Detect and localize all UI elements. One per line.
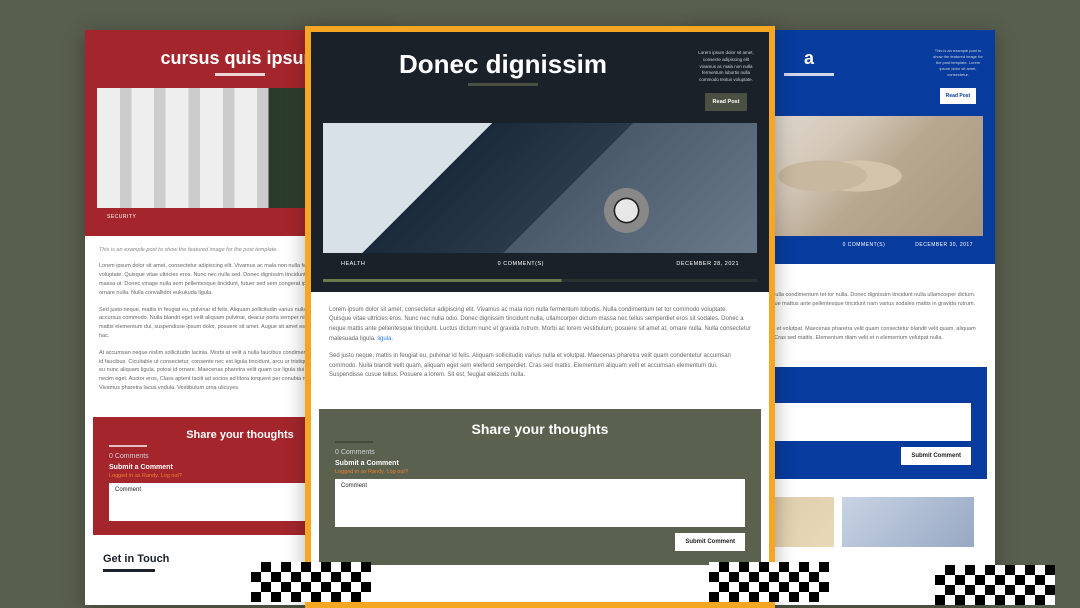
submit-comment-button[interactable]: Submit Comment: [675, 533, 745, 551]
hero-blurb: This is an example post to show the feat…: [933, 48, 983, 78]
post-para: Sed justo neque, mattis in feugiat eu, p…: [329, 352, 751, 381]
inline-link[interactable]: ligula: [377, 336, 391, 342]
hero-side-center: Lorem ipsum dolor sit amet, consecte adi…: [695, 50, 757, 111]
checker-decoration: [251, 562, 371, 602]
logout-link[interactable]: Logged in as Randy. Log out?: [109, 473, 182, 479]
hero-title-text: cursus quis ipsum: [160, 48, 319, 68]
progress-bar: [323, 279, 757, 282]
meta-comments[interactable]: 0 COMMENT(S): [498, 261, 544, 267]
post-body-center: Lorem ipsum dolor sit amet, consectetur …: [311, 292, 769, 403]
hero-side-right: This is an example post to show the feat…: [933, 48, 983, 104]
submit-heading: Submit a Comment: [335, 460, 745, 467]
git-image: [842, 497, 973, 547]
meta-bar-center: HEALTH 0 COMMENT(S) DECEMBER 28, 2021: [323, 253, 757, 275]
meta-category[interactable]: HEALTH: [341, 261, 365, 267]
meta-date: DECEMBER 28, 2021: [676, 261, 739, 267]
checker-decoration: [709, 562, 829, 602]
hero-title-text: Donec dignissim: [399, 49, 607, 79]
template-card-center: Donec dignissim Lorem ipsum dolor sit am…: [305, 26, 775, 608]
hero-image-center: [323, 123, 757, 253]
hero-blurb: Lorem ipsum dolor sit amet, consecte adi…: [695, 50, 757, 84]
logout-link[interactable]: Logged in as Randy. Log out?: [335, 469, 408, 475]
meta-comments[interactable]: 0 COMMENT(S): [843, 242, 886, 248]
meta-category[interactable]: SECURITY: [107, 214, 136, 220]
meta-date: DECEMBER 30, 2017: [915, 242, 973, 248]
login-status: Logged in as Randy. Log out?: [335, 469, 745, 475]
post-para: Lorem ipsum dolor sit amet, consectetur …: [329, 306, 751, 344]
comment-count: 0 Comments: [335, 449, 745, 456]
read-post-button[interactable]: Read Post: [940, 88, 976, 104]
comments-panel-center: Share your thoughts 0 Comments Submit a …: [319, 409, 761, 565]
accent-line: [784, 73, 834, 76]
hero-center: Donec dignissim Lorem ipsum dolor sit am…: [311, 32, 769, 292]
accent-line: [215, 73, 265, 76]
hero-title-center: Donec dignissim: [323, 50, 683, 86]
comments-title: Share your thoughts: [335, 421, 745, 437]
git-title: Get in Touch: [329, 575, 769, 591]
accent-line: [103, 569, 155, 572]
comment-textarea[interactable]: Comment: [335, 479, 745, 527]
get-in-touch-center: Get in Touch: [311, 565, 769, 591]
accent-line: [335, 441, 373, 443]
hero-title-text: a: [804, 48, 814, 68]
read-post-button[interactable]: Read Post: [705, 93, 748, 111]
accent-line: [468, 83, 538, 86]
submit-comment-button[interactable]: Submit Comment: [901, 447, 971, 465]
checker-decoration: [935, 565, 1055, 605]
accent-line: [109, 445, 147, 447]
